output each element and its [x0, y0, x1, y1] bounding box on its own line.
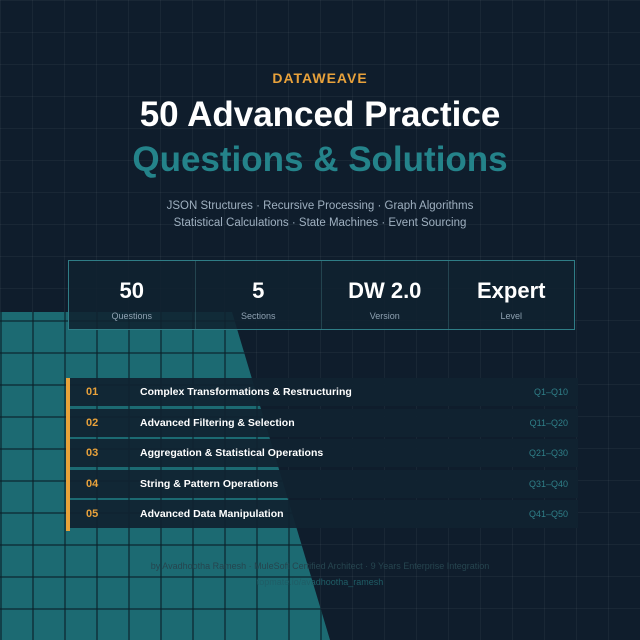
stat-value: DW 2.0: [348, 278, 422, 303]
stat-version: DW 2.0 Version: [322, 261, 449, 329]
stat-label: Version: [369, 311, 400, 321]
title-line-2: Questions & Solutions: [132, 140, 508, 179]
section-title: Advanced Data Manipulation: [140, 508, 284, 520]
eyebrow-label: DATAWEAVE: [272, 70, 368, 86]
tagline-line-1: JSON Structures · Recursive Processing ·…: [166, 200, 474, 212]
stat-value: Expert: [477, 278, 546, 303]
stat-sections: 5 Sections: [196, 261, 322, 329]
section-range: Q11–Q20: [529, 417, 568, 428]
section-number: 01: [86, 386, 99, 398]
stat-level: Expert Level: [449, 261, 575, 329]
section-range: Q21–Q30: [528, 448, 568, 458]
section-row-01[interactable]: 01 Complex Transformations & Restructuri…: [70, 378, 578, 406]
cover-page: DATAWEAVE 50 Advanced Practice Questions…: [0, 0, 640, 640]
section-row-02[interactable]: 02 Advanced Filtering & Selection Q11–Q2…: [70, 408, 578, 437]
stat-questions: 50 Questions: [69, 261, 196, 329]
section-list: 01 Complex Transformations & Restructuri…: [66, 378, 578, 531]
section-row-03[interactable]: 03 Aggregation & Statistical Operations …: [70, 439, 578, 467]
section-row-05[interactable]: 05 Advanced Data Manipulation Q41–Q50: [70, 500, 578, 528]
section-title: Advanced Filtering & Selection: [140, 416, 295, 429]
stat-label: Sections: [240, 311, 276, 321]
section-range: Q31–Q40: [528, 478, 568, 489]
stat-label: Level: [500, 311, 522, 321]
section-number: 04: [86, 477, 99, 490]
author-credit: by Avadhootha Ramesh · MuleSoft Certifie…: [150, 561, 490, 571]
section-number: 05: [86, 508, 99, 520]
stat-value: 50: [119, 278, 144, 303]
section-title: Aggregation & Statistical Operations: [140, 447, 324, 459]
section-title: String & Pattern Operations: [140, 477, 279, 490]
profile-link[interactable]: topmate.io/avadhootha_ramesh: [0, 577, 640, 587]
stat-label: Questions: [111, 311, 153, 321]
title-line-1: 50 Advanced Practice: [139, 95, 501, 134]
stat-value: 5: [252, 278, 265, 303]
section-range: Q41–Q50: [528, 509, 568, 519]
tagline: JSON Structures · Recursive Processing ·…: [0, 198, 640, 232]
header: DATAWEAVE 50 Advanced Practice Questions…: [0, 70, 640, 232]
footer: by Avadhootha Ramesh · MuleSoft Certifie…: [0, 561, 640, 587]
stats-panel: 50 Questions 5 Sections DW 2.0 Version E…: [68, 260, 575, 330]
tagline-line-2: Statistical Calculations · State Machine…: [173, 217, 467, 229]
section-title: Complex Transformations & Restructuring: [140, 386, 352, 398]
section-row-04[interactable]: 04 String & Pattern Operations Q31–Q40: [70, 469, 578, 498]
section-number: 03: [86, 447, 99, 459]
section-number: 02: [86, 416, 99, 429]
section-range: Q1–Q10: [533, 387, 568, 397]
